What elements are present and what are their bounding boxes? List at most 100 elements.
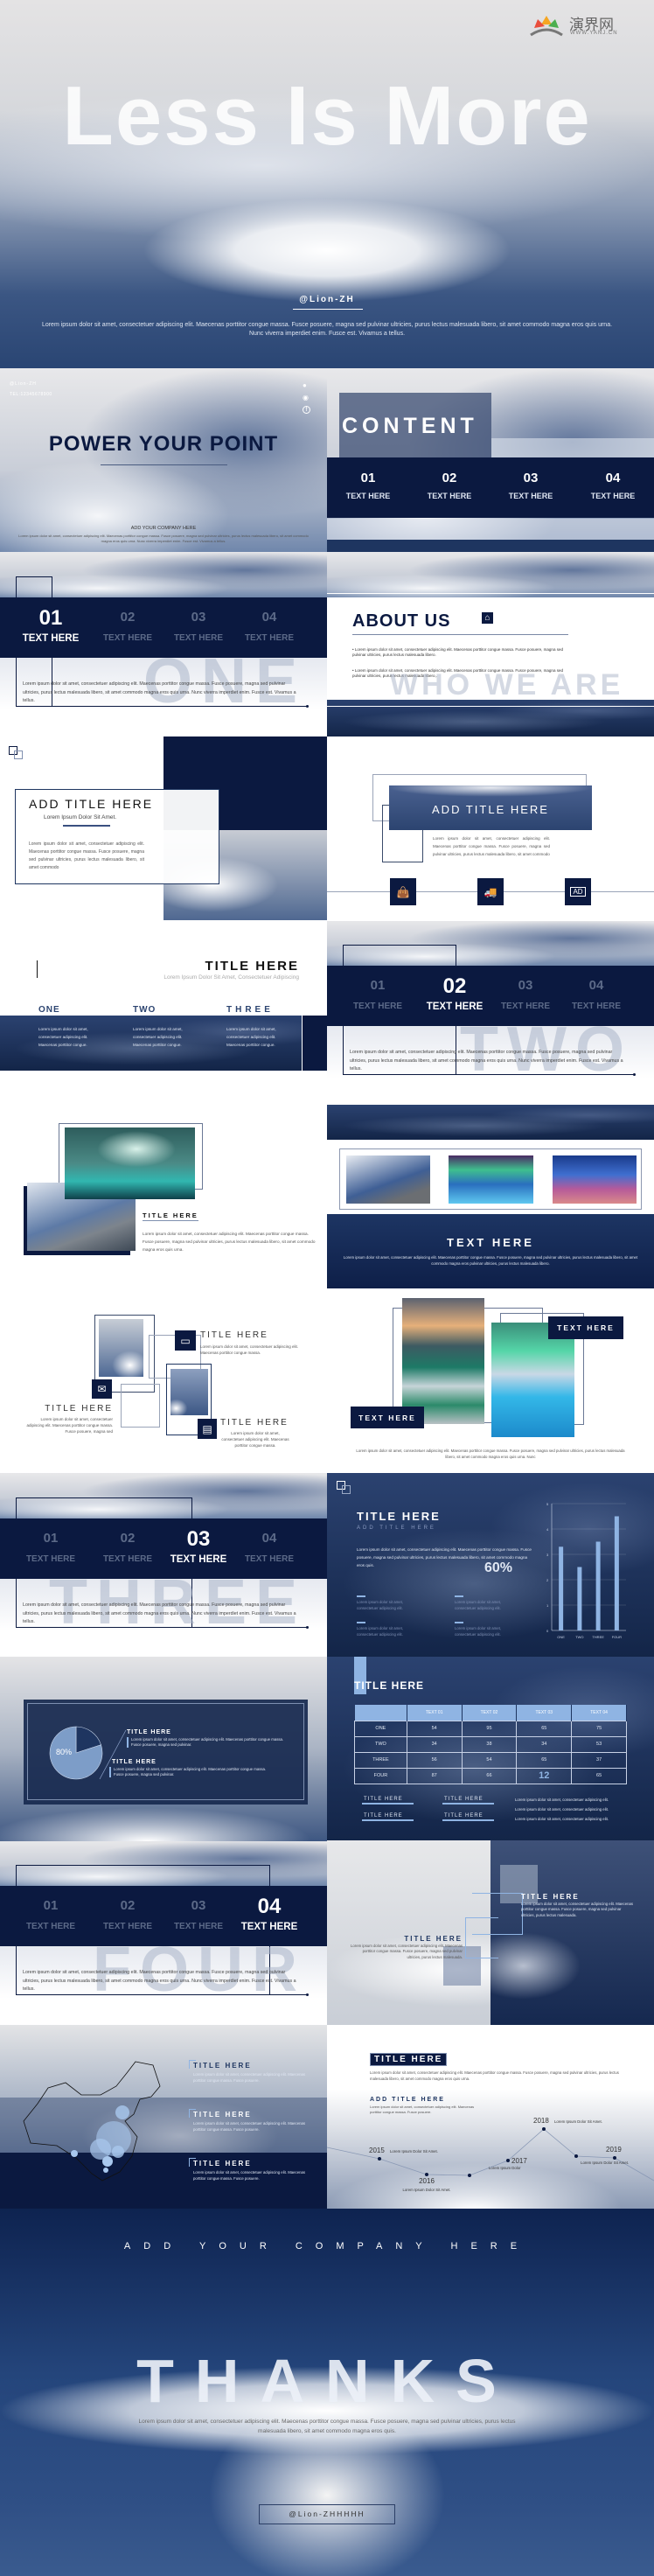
section-nav-number[interactable]: 03: [164, 1898, 233, 1913]
gallery-image-rocks: [346, 1155, 430, 1204]
section-nav-label[interactable]: TEXT HERE: [93, 1922, 163, 1931]
table-note: Lorem ipsum dolor sit amet, consectetuer…: [515, 1817, 609, 1821]
timeline-label: Lorem Ipsum Dolor Sit Amet.: [390, 2149, 438, 2154]
note-text: Lorem ipsum dolor sit amet, consectetuer…: [357, 1600, 404, 1610]
section-nav-number[interactable]: 02: [420, 974, 490, 999]
ad-icon[interactable]: AD: [565, 878, 591, 905]
content-item-label[interactable]: TEXT HERE: [414, 492, 484, 500]
section-nav-number[interactable]: 01: [16, 606, 86, 631]
y-tick-label: 3: [546, 1553, 549, 1557]
text-label: TEXT HERE: [351, 1407, 424, 1428]
hero-title: Less Is More: [62, 69, 592, 163]
table-header-cell: TEXT 04: [571, 1705, 627, 1721]
squares-icon-back: [14, 750, 23, 759]
content-item-number[interactable]: 03: [496, 471, 566, 485]
data-table: TEXT 01 TEXT 02 TEXT 03 TEXT 04 ONE 54 95 65 75 T…: [354, 1705, 627, 1784]
section-nav-label[interactable]: TEXT HERE: [420, 1002, 490, 1012]
feature-title: TITLE HERE: [200, 1330, 268, 1340]
content-item-number[interactable]: 04: [578, 471, 648, 485]
section-underline: [16, 1627, 308, 1628]
table-note: Lorem ipsum dolor sit amet, consectetuer…: [515, 1807, 609, 1812]
section-nav-label[interactable]: TEXT HERE: [164, 633, 233, 643]
weibo-icon[interactable]: ◉: [303, 394, 309, 401]
section-nav-label[interactable]: TEXT HERE: [343, 1002, 413, 1011]
photo-text: Lorem ipsum dolor sit amet, consectetuer…: [143, 1232, 316, 1252]
column-text: Lorem ipsum dolor sit amet, consectetuer…: [226, 1027, 276, 1047]
section-text: Lorem ipsum dolor sit amet, consectetuer…: [23, 1970, 296, 1992]
about-title: ABOUT US: [352, 611, 451, 631]
section-nav-number[interactable]: 03: [491, 978, 560, 993]
title-underline: [352, 634, 568, 635]
section-nav-number[interactable]: 02: [93, 610, 163, 625]
content-item-label[interactable]: TEXT HERE: [496, 492, 566, 500]
section-nav-label[interactable]: TEXT HERE: [164, 1554, 233, 1565]
table-link[interactable]: TITLE HERE: [442, 1797, 494, 1805]
section-nav-number[interactable]: 02: [93, 1531, 163, 1546]
section-nav-label[interactable]: TEXT HERE: [16, 1554, 86, 1564]
table-note: Lorem ipsum dolor sit amet, consectetuer…: [515, 1798, 609, 1802]
china-map: [23, 2061, 161, 2182]
table-row: TWO 34 38 34 53: [354, 1735, 627, 1753]
content-item-number[interactable]: 01: [333, 471, 403, 485]
split-text: Lorem ipsum dolor sit amet, consectetuer…: [350, 1944, 463, 1959]
content-item-label[interactable]: TEXT HERE: [578, 492, 648, 500]
section-nav-number[interactable]: 01: [16, 1898, 86, 1913]
section-nav-label[interactable]: TEXT HERE: [93, 633, 163, 643]
table-cell: 12: [516, 1767, 573, 1784]
about-bullet: • Lorem ipsum dolor sit amet, consectetu…: [352, 647, 563, 657]
table-cell: 65: [571, 1767, 627, 1784]
table-link[interactable]: TITLE HERE: [362, 1797, 414, 1805]
section-nav-number[interactable]: 01: [16, 1531, 86, 1546]
table-cell: 75: [571, 1720, 627, 1737]
card-title: ADD TITLE HERE: [29, 797, 154, 811]
section-nav-label[interactable]: TEXT HERE: [491, 1002, 560, 1011]
section-nav-label[interactable]: TEXT HERE: [234, 1922, 304, 1932]
timeline-label: Lorem Ipsum Dolor Sit Amet.: [554, 2119, 602, 2124]
feature-text: Lorem ipsum dolor sit amet, consectetuer…: [221, 1431, 289, 1448]
table-title: TITLE HERE: [354, 1679, 425, 1692]
bar-chart-slide: TITLE HERE ADD TITLE HERE Lorem ipsum do…: [327, 1473, 654, 1658]
section-nav-number[interactable]: 04: [234, 610, 304, 625]
content-item-number[interactable]: 02: [414, 471, 484, 485]
gallery-title: TEXT HERE: [447, 1236, 534, 1249]
section-nav-label[interactable]: TEXT HERE: [164, 1922, 233, 1931]
table-cell: 34: [516, 1735, 573, 1753]
about-bullet-text: Lorem ipsum dolor sit amet, consectetuer…: [352, 647, 563, 657]
y-tick-label: 2: [546, 1578, 549, 1582]
section-nav-label[interactable]: TEXT HERE: [561, 1002, 631, 1011]
section-nav-number[interactable]: 04: [234, 1531, 304, 1546]
thanks-slide: ADD YOUR COMPANY HERE THANKS Lorem ipsum…: [0, 2209, 654, 2576]
section-nav-label[interactable]: TEXT HERE: [234, 633, 304, 643]
section-nav-number[interactable]: 04: [561, 978, 631, 993]
section-nav-number[interactable]: 03: [164, 1527, 233, 1552]
table-link[interactable]: TITLE HERE: [362, 1813, 414, 1821]
section-nav-number[interactable]: 02: [93, 1898, 163, 1913]
section-nav-number[interactable]: 03: [164, 610, 233, 625]
section-nav-number[interactable]: 04: [234, 1895, 304, 1919]
section-nav-label[interactable]: TEXT HERE: [93, 1554, 163, 1564]
truck-icon[interactable]: 🚚: [477, 878, 504, 905]
section-nav-label[interactable]: TEXT HERE: [234, 1554, 304, 1564]
content-item-label[interactable]: TEXT HERE: [333, 492, 403, 500]
section-underline: [343, 1074, 635, 1075]
hero-text: Lorem ipsum dolor sit amet, consectetuer…: [41, 322, 613, 337]
timeline-year: 2018: [533, 2117, 549, 2125]
pie-item-title: TITLE HERE: [112, 1759, 157, 1765]
section-nav-label[interactable]: TEXT HERE: [16, 1922, 86, 1931]
section-nav-number[interactable]: 01: [343, 978, 413, 993]
table-cell: 56: [406, 1751, 463, 1769]
photo-slide: TITLE HERE Lorem ipsum dolor sit amet, c…: [0, 1105, 327, 1289]
wechat-icon[interactable]: ●: [303, 381, 307, 389]
note-marker: [357, 1595, 365, 1597]
cover-slide: @Lion-ZH TEL:12345678900 ● ◉ f POWER YOU…: [0, 368, 327, 553]
table-cell: 65: [516, 1751, 573, 1769]
pie-item-title: TITLE HERE: [127, 1729, 171, 1735]
section-three-slide: THREE 01 TEXT HERE 02 TEXT HERE 03 TEXT HERE 04…: [0, 1473, 327, 1658]
facebook-icon[interactable]: f: [303, 406, 310, 414]
table-link[interactable]: TITLE HERE: [442, 1813, 494, 1821]
bar: [559, 1546, 564, 1630]
timeline-point: [542, 2127, 546, 2131]
section-nav-label[interactable]: TEXT HERE: [16, 633, 86, 644]
column-text: Lorem ipsum dolor sit amet, consectetuer…: [133, 1027, 183, 1047]
shopping-bag-icon[interactable]: 👜: [390, 878, 416, 905]
